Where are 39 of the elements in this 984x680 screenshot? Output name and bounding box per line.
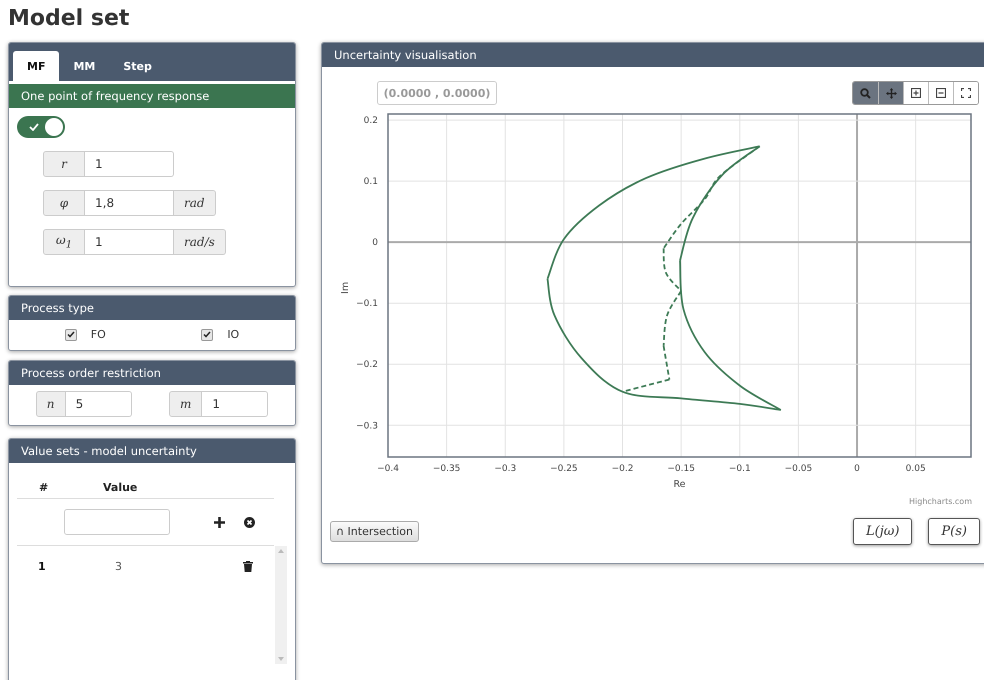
unit-label: rad [174,190,216,216]
axis-tick-label: 0.2 [364,116,378,126]
symbol-label: m [168,391,202,417]
panel-header: Process order restriction [9,361,295,385]
checkbox-label: IO [227,328,240,341]
panel-header: Process type [9,296,295,320]
axis-tick-label: −0.05 [784,464,812,474]
axis-tick-label: 0 [372,238,378,248]
axis-tick-label: 0.1 [364,177,378,188]
axis-title: Im [340,282,351,294]
axis-tick-label: −0.3 [356,421,378,432]
axis-tick-label: −0.25 [550,464,578,474]
axis-tick-label: −0.4 [377,464,399,474]
page-title: Model set [8,6,130,32]
table-cell-text: 3 [115,560,123,573]
panel-header: Value sets - model uncertainty [9,439,295,463]
axis-tick-label: −0.1 [356,299,378,310]
credit-text: Highcharts.com [909,497,972,506]
unit-label: rad/s [174,229,226,255]
column-header: Value [103,481,138,494]
panel-header: Uncertainty visualisation [322,43,984,67]
symbol-label: n [36,391,66,417]
axis-tick-label: 0 [854,464,860,474]
symbol-label: φ [43,190,85,216]
coordinates-readout: (0.0000 , 0.0000) [377,81,497,105]
axis-tick-label: −0.3 [494,464,516,474]
symbol-label: r [43,151,85,177]
axis-tick-label: −0.2 [356,360,378,370]
checkbox-label: FO [90,328,106,341]
axis-tick-label: −0.15 [667,464,695,474]
axis-tick-label: −0.2 [612,464,634,474]
section-header: One point of frequency response [9,84,295,108]
symbol-label: ω$_{1}$ [43,229,85,255]
axis-tick-label: 0.05 [906,464,926,474]
axis-tick-label: −0.35 [432,464,460,474]
table-cell-text: 1 [38,560,47,573]
axis-tick-label: −0.1 [728,464,751,474]
column-header: # [39,481,50,494]
axis-title: Re [673,479,686,490]
